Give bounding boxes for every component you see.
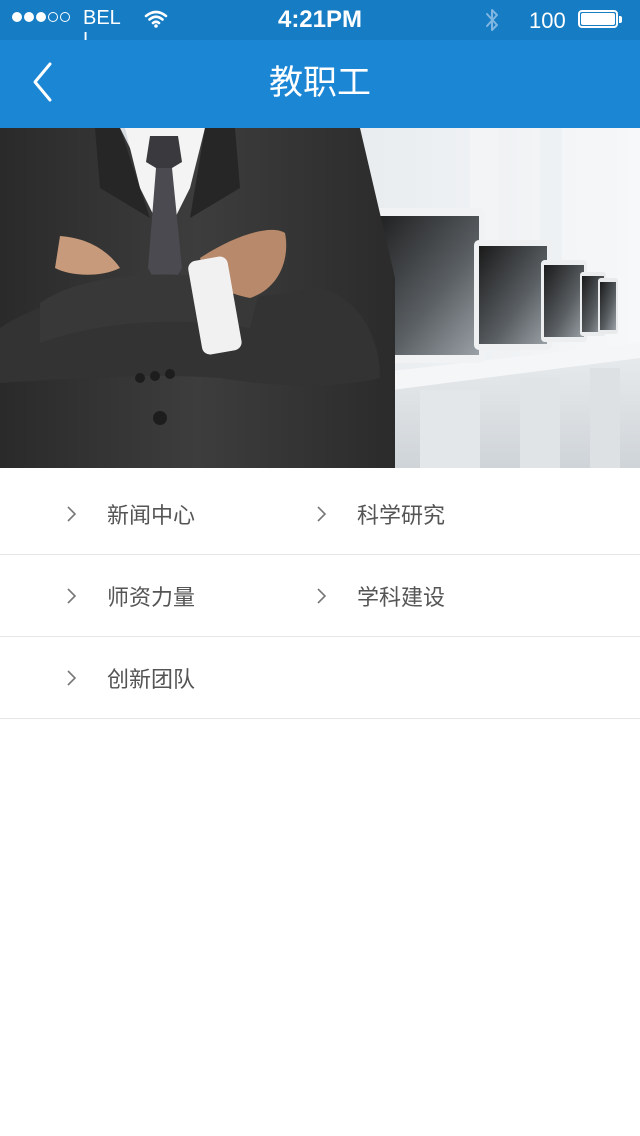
- chevron-right-icon: [317, 506, 327, 522]
- menu-grid: 新闻中心 科学研究 师资力量 学科建设 创新团队: [0, 468, 640, 719]
- bluetooth-icon: [486, 9, 498, 31]
- chevron-right-icon: [317, 587, 327, 604]
- menu-item-discipline-construction[interactable]: 学科建设: [314, 555, 445, 636]
- page-title: 教职工: [269, 63, 371, 103]
- menu-row: 师资力量 学科建设: [0, 555, 640, 637]
- menu-item-scientific-research[interactable]: 科学研究: [314, 474, 445, 554]
- menu-item-label: 创新团队: [107, 667, 196, 693]
- chevron-right-icon: [67, 669, 77, 686]
- menu-item-innovation-team[interactable]: 创新团队: [64, 637, 195, 718]
- battery-icon: [578, 10, 622, 30]
- menu-item-label: 师资力量: [107, 585, 196, 611]
- hero-banner: [0, 128, 640, 468]
- menu-item-label: 学科建设: [357, 585, 446, 611]
- nav-bar: 教职工: [0, 40, 640, 128]
- chevron-right-icon: [67, 506, 77, 522]
- menu-item-faculty-strength[interactable]: 师资力量: [64, 555, 195, 636]
- menu-item-label: 科学研究: [357, 504, 446, 529]
- back-button[interactable]: [30, 60, 60, 104]
- menu-item-label: 新闻中心: [107, 504, 196, 529]
- battery-percentage: 100: [529, 8, 566, 33]
- chevron-left-icon: [33, 62, 52, 102]
- chevron-right-icon: [67, 587, 77, 604]
- menu-row: 新闻中心 科学研究: [0, 468, 640, 555]
- status-bar: BELL 4:21PM 100: [0, 0, 640, 51]
- menu-item-news-center[interactable]: 新闻中心: [64, 474, 195, 554]
- banner-image: [0, 128, 640, 468]
- menu-row: 创新团队: [0, 637, 640, 719]
